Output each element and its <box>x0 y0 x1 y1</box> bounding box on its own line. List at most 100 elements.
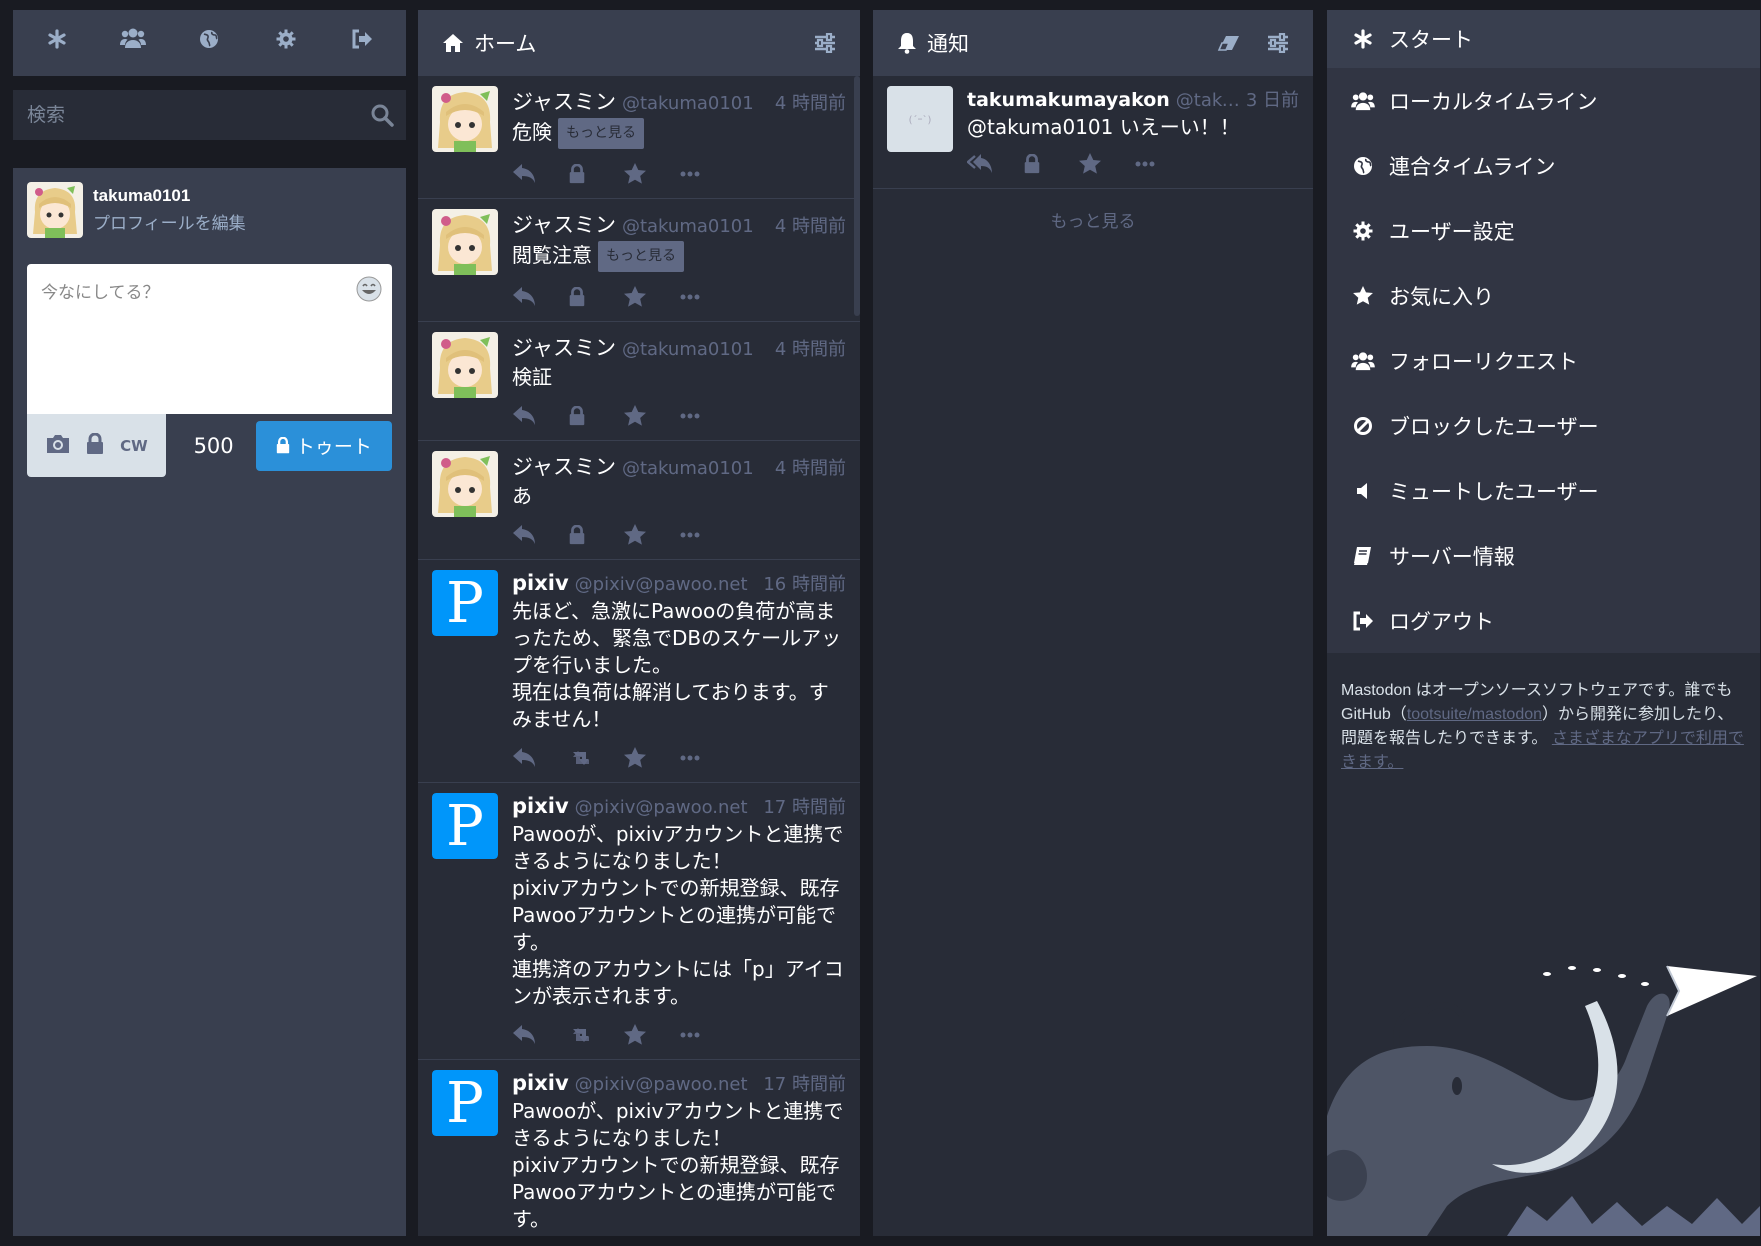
github-link[interactable]: tootsuite/mastodon <box>1407 706 1542 723</box>
ellipsis-icon[interactable] <box>1135 161 1191 167</box>
timestamp[interactable]: 16 時間前 <box>755 570 846 596</box>
display-name[interactable]: takumakumayakon <box>967 89 1170 111</box>
timestamp[interactable]: 17 時間前 <box>755 793 846 819</box>
menu-item[interactable]: ログアウト <box>1327 588 1760 653</box>
status[interactable]: ジャスミン @takuma0101 4 時間前 危険 もっと見る <box>418 76 860 199</box>
settings-sliders-icon[interactable] <box>1267 33 1289 53</box>
ellipsis-icon[interactable] <box>680 413 736 419</box>
avatar[interactable] <box>432 451 498 517</box>
lock-icon[interactable] <box>86 432 104 459</box>
account-handle[interactable]: @takum... <box>1176 90 1246 111</box>
status[interactable]: P pixiv @pixiv@pawoo.net 16 時間前 先ほど、急激にP… <box>418 560 860 783</box>
ellipsis-icon[interactable] <box>680 532 736 538</box>
menu-item[interactable]: お気に入り <box>1327 263 1760 328</box>
settings-sliders-icon[interactable] <box>814 33 836 53</box>
display-name[interactable]: pixiv <box>512 571 569 595</box>
nav-preferences[interactable] <box>261 10 311 76</box>
timestamp[interactable]: 3 日前 <box>1246 86 1299 112</box>
svg-text:(´ｰ`): (´ｰ`) <box>909 114 932 126</box>
reply-icon[interactable] <box>512 405 568 426</box>
ellipsis-icon[interactable] <box>680 171 736 177</box>
notification-item[interactable]: (´ｰ`) takumakumayakon @takum... 3 日前 @ta… <box>873 76 1313 189</box>
avatar[interactable]: (´ｰ`) <box>887 86 953 152</box>
reply-icon[interactable] <box>512 163 568 184</box>
reply-icon[interactable] <box>512 1024 568 1045</box>
avatar[interactable] <box>432 86 498 152</box>
reply-all-icon[interactable] <box>967 153 1023 174</box>
star-icon[interactable] <box>624 163 680 184</box>
menu-item[interactable]: ユーザー設定 <box>1327 198 1760 263</box>
account-handle[interactable]: takuma0101 <box>93 186 246 206</box>
display-name[interactable]: pixiv <box>512 794 569 818</box>
star-icon[interactable] <box>624 747 680 768</box>
account-handle[interactable]: @takuma0101 <box>622 458 754 479</box>
status[interactable]: ジャスミン @takuma0101 4 時間前 閲覧注意 もっと見る <box>418 199 860 322</box>
ellipsis-icon[interactable] <box>680 294 736 300</box>
reply-icon[interactable] <box>512 747 568 768</box>
status[interactable]: P pixiv @pixiv@pawoo.net 17 時間前 Pawooが、p… <box>418 783 860 1060</box>
display-name[interactable]: ジャスミン <box>512 451 616 481</box>
account-handle[interactable]: @pixiv@pawoo.net <box>575 1074 748 1095</box>
nav-federated-timeline[interactable] <box>184 10 234 76</box>
display-name[interactable]: pixiv <box>512 1071 569 1095</box>
show-more-button[interactable]: もっと見る <box>558 118 644 149</box>
avatar[interactable] <box>432 209 498 275</box>
emoji-picker-icon[interactable] <box>356 276 382 306</box>
timestamp[interactable]: 4 時間前 <box>767 212 846 238</box>
account-handle[interactable]: @pixiv@pawoo.net <box>575 574 748 595</box>
avatar[interactable] <box>432 332 498 398</box>
cw-button[interactable]: CW <box>120 437 148 455</box>
boost-icon[interactable] <box>568 1026 624 1044</box>
star-icon[interactable] <box>624 405 680 426</box>
status[interactable]: ジャスミン @takuma0101 4 時間前 あ <box>418 441 860 560</box>
ellipsis-icon[interactable] <box>680 1032 736 1038</box>
menu-item[interactable]: ブロックしたユーザー <box>1327 393 1760 458</box>
nav-getting-started[interactable] <box>32 10 82 76</box>
account-handle[interactable]: @takuma0101 <box>622 93 754 114</box>
timestamp[interactable]: 4 時間前 <box>767 454 846 480</box>
star-icon[interactable] <box>624 1024 680 1045</box>
account-handle[interactable]: @pixiv@pawoo.net <box>575 797 748 818</box>
compose-textarea[interactable] <box>27 264 392 414</box>
star-icon[interactable] <box>1079 153 1135 174</box>
reply-icon[interactable] <box>512 524 568 545</box>
timestamp[interactable]: 4 時間前 <box>767 335 846 361</box>
avatar[interactable]: P <box>432 793 498 859</box>
search-icon[interactable] <box>370 103 394 131</box>
display-name[interactable]: ジャスミン <box>512 86 616 116</box>
status[interactable]: ジャスミン @takuma0101 4 時間前 検証 <box>418 322 860 441</box>
avatar[interactable]: P <box>432 1070 498 1136</box>
avatar[interactable]: P <box>432 570 498 636</box>
star-icon[interactable] <box>624 286 680 307</box>
notifications-column-header[interactable]: 通知 <box>873 10 1313 76</box>
home-column-header[interactable]: ホーム <box>418 10 860 76</box>
status[interactable]: P pixiv @pixiv@pawoo.net 17 時間前 Pawooが、p… <box>418 1060 860 1236</box>
nav-logout[interactable] <box>337 10 387 76</box>
toot-button[interactable]: トゥート <box>255 420 392 471</box>
menu-item[interactable]: ミュートしたユーザー <box>1327 458 1760 523</box>
load-more-button[interactable]: もっと見る <box>873 189 1313 250</box>
menu-item[interactable]: フォローリクエスト <box>1327 328 1760 393</box>
display-name[interactable]: ジャスミン <box>512 209 616 239</box>
search-input[interactable] <box>13 90 406 140</box>
reply-icon[interactable] <box>512 286 568 307</box>
timestamp[interactable]: 17 時間前 <box>755 1070 846 1096</box>
avatar[interactable] <box>27 182 83 238</box>
timestamp[interactable]: 4 時間前 <box>767 89 846 115</box>
boost-icon[interactable] <box>568 749 624 767</box>
nav-local-timeline[interactable] <box>108 10 158 76</box>
account-handle[interactable]: @takuma0101 <box>622 216 754 237</box>
account-handle[interactable]: @takuma0101 <box>622 339 754 360</box>
menu-item[interactable]: ローカルタイムライン <box>1327 68 1760 133</box>
edit-profile-link[interactable]: プロフィールを編集 <box>93 209 246 234</box>
eraser-icon[interactable] <box>1217 34 1241 52</box>
menu-item[interactable]: 連合タイムライン <box>1327 133 1760 198</box>
display-name[interactable]: ジャスミン <box>512 332 616 362</box>
menu-item[interactable]: サーバー情報 <box>1327 523 1760 588</box>
star-icon[interactable] <box>624 524 680 545</box>
camera-icon[interactable] <box>45 433 71 459</box>
show-more-button[interactable]: もっと見る <box>598 241 684 272</box>
menu-item-label: ミュートしたユーザー <box>1389 479 1599 504</box>
ellipsis-icon[interactable] <box>680 755 736 761</box>
lock-icon <box>276 437 289 454</box>
